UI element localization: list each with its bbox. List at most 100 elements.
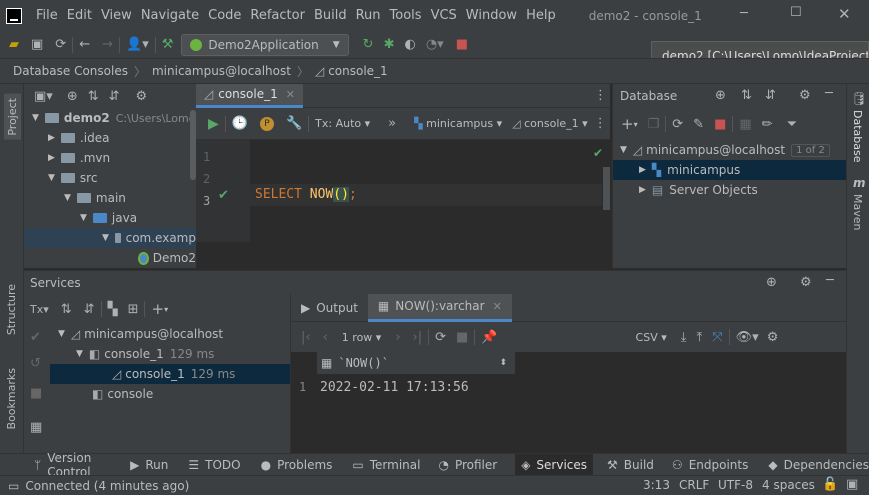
format-select[interactable]: CSV ▾ xyxy=(636,331,667,344)
menu-build[interactable]: Build xyxy=(314,8,347,23)
add-service-icon[interactable]: ⊕ xyxy=(766,275,777,290)
tree-item-demo2-class[interactable]: Demo2 xyxy=(24,248,196,268)
open-folder-icon[interactable]: ▰ xyxy=(9,37,19,52)
rerun-icon[interactable]: ↻ xyxy=(363,37,374,52)
notification-icon[interactable]: ▣ xyxy=(846,477,858,492)
tree-item-src[interactable]: ▼ src xyxy=(24,168,196,188)
db-connection-row[interactable]: ▼ ◿ minicampus@localhost 1 of 2 xyxy=(613,140,846,160)
menu-tools[interactable]: Tools xyxy=(390,8,422,23)
menu-vcs[interactable]: VCS xyxy=(431,8,457,23)
tool-tab-dependencies[interactable]: ◆ Dependencies xyxy=(768,458,869,472)
more-icon[interactable]: ⋮ xyxy=(594,116,607,131)
history-icon[interactable]: 🕒 xyxy=(232,116,248,131)
menu-navigate[interactable]: Navigate xyxy=(141,8,199,23)
expand-all-icon[interactable]: ⇅ xyxy=(88,89,99,104)
execute-icon[interactable]: ▶ xyxy=(208,116,219,132)
prev-page-icon[interactable]: ‹ xyxy=(323,330,328,345)
copy-icon[interactable]: ❐ xyxy=(648,117,660,132)
filter-icon[interactable]: ⏷ xyxy=(787,117,797,132)
tree-item-idea[interactable]: ▶ .idea xyxy=(24,128,196,148)
service-console-2[interactable]: ◧ console xyxy=(50,384,290,404)
tree-item-package[interactable]: ▼ com.examp xyxy=(24,228,196,248)
tool-tab-todo[interactable]: ☰ TODO xyxy=(188,458,240,472)
user-icon[interactable]: 👤▾ xyxy=(126,37,149,52)
close-icon[interactable]: ✕ xyxy=(493,300,502,313)
close-icon[interactable]: ✕ xyxy=(838,5,851,23)
chevron-double-right-icon[interactable]: » xyxy=(388,116,396,131)
tab-console-1[interactable]: ◿ console_1 ✕ xyxy=(196,83,303,108)
tree-item-java[interactable]: ▼ java xyxy=(24,208,196,228)
first-page-icon[interactable]: |‹ xyxy=(301,330,311,345)
hide-icon[interactable]: ─ xyxy=(825,86,833,101)
layout-icon[interactable]: ▦ xyxy=(30,420,42,435)
menu-edit[interactable]: Edit xyxy=(67,8,92,23)
collapse-all-icon[interactable]: ⇵ xyxy=(765,88,776,103)
service-console[interactable]: ◿ console_1 129 ms xyxy=(50,364,290,384)
sort-icon[interactable]: ⬍ xyxy=(499,358,507,368)
result-cell[interactable]: 2022-02-11 17:13:56 xyxy=(320,380,469,395)
next-page-icon[interactable]: › xyxy=(395,330,400,345)
gear-icon[interactable]: ⚙ xyxy=(799,88,811,103)
collapse-all-icon[interactable]: ⇵ xyxy=(84,302,95,317)
forward-icon[interactable]: → xyxy=(102,37,113,52)
db-server-objects-row[interactable]: ▶ ▤ Server Objects xyxy=(613,180,846,200)
tool-tab-profiler[interactable]: ◔ Profiler xyxy=(438,458,497,472)
tree-item-main[interactable]: ▼ main xyxy=(24,188,196,208)
column-header[interactable]: ▦ `NOW()` ⬍ xyxy=(317,352,515,374)
menu-file[interactable]: File xyxy=(36,8,58,23)
maven-tool-tab[interactable]: Maven xyxy=(851,194,864,230)
menu-help[interactable]: Help xyxy=(526,8,556,23)
lock-icon[interactable]: 🔓 xyxy=(822,477,838,492)
add-icon[interactable]: + xyxy=(621,115,634,133)
tool-tab-endpoints[interactable]: ⚇ Endpoints xyxy=(672,458,748,472)
expand-all-icon[interactable]: ⇅ xyxy=(741,88,752,103)
service-connection[interactable]: ▼ ◿ minicampus@localhost xyxy=(50,324,290,344)
coverage-icon[interactable]: ◐ xyxy=(404,37,415,52)
editor-scrollbar[interactable] xyxy=(603,167,610,210)
import-icon[interactable]: ⤒ xyxy=(697,330,703,345)
add-icon[interactable]: + xyxy=(151,300,164,318)
project-view-icon[interactable]: ▣▾ xyxy=(34,89,53,104)
export-icon[interactable]: ⤓ xyxy=(681,330,687,345)
pin-icon[interactable]: 📌 xyxy=(481,330,497,345)
collapse-all-icon[interactable]: ⇵ xyxy=(109,89,120,104)
tab-result[interactable]: ▦ NOW():varchar ✕ xyxy=(367,293,512,322)
gear-icon[interactable]: ⚙ xyxy=(800,275,812,290)
profiler-icon[interactable]: ◔▾ xyxy=(426,37,444,52)
maximize-icon[interactable]: ☐ xyxy=(790,5,802,20)
refresh-icon[interactable]: ⟳ xyxy=(435,330,446,345)
back-icon[interactable]: ← xyxy=(79,37,90,52)
sync-icon[interactable]: ⟳ xyxy=(55,37,66,52)
database-tool-tab[interactable]: Database xyxy=(851,110,864,163)
tool-tab-services[interactable]: ◈ Services xyxy=(515,454,594,475)
line-separator[interactable]: CRLF xyxy=(679,478,709,492)
project-tool-tab[interactable]: Project xyxy=(4,94,21,140)
more-icon[interactable]: ⋮ xyxy=(594,88,607,103)
locate-icon[interactable]: ⊕ xyxy=(715,88,726,103)
rollback-icon[interactable]: ↺ xyxy=(30,356,41,371)
console-select[interactable]: ◿ console_1 ▾ xyxy=(512,117,588,130)
tool-tab-run[interactable]: ▶ Run xyxy=(130,458,168,472)
tool-tab-build[interactable]: ⚒ Build xyxy=(607,458,654,472)
tab-output[interactable]: ▶ Output xyxy=(291,294,368,322)
hide-icon[interactable]: ─ xyxy=(826,273,834,288)
breadcrumb-connection[interactable]: minicampus@localhost xyxy=(152,64,291,78)
structure-tool-tab[interactable]: Structure xyxy=(5,284,18,335)
tool-tab-terminal[interactable]: ▭ Terminal xyxy=(352,458,420,472)
stop-icon[interactable]: ■ xyxy=(30,386,42,401)
tree-item-demo2[interactable]: ▼ demo2 C:\Users\Lomo xyxy=(24,108,196,128)
debug-icon[interactable]: ✱ xyxy=(384,37,395,52)
edit-icon[interactable]: ✏ xyxy=(762,117,773,132)
tool-tab-problems[interactable]: ● Problems xyxy=(261,458,333,472)
row-count-select[interactable]: 1 row ▾ xyxy=(342,331,382,344)
menu-code[interactable]: Code xyxy=(208,8,241,23)
caret-position[interactable]: 3:13 xyxy=(643,478,670,492)
indent-setting[interactable]: 4 spaces xyxy=(762,478,815,492)
refresh-icon[interactable]: ⟳ xyxy=(672,117,683,132)
locate-icon[interactable]: ⊕ xyxy=(67,89,78,104)
menu-view[interactable]: View xyxy=(101,8,132,23)
run-config-select[interactable]: Demo2Application ▼ xyxy=(181,33,349,56)
expand-all-icon[interactable]: ⇅ xyxy=(61,302,72,317)
schema-select[interactable]: ▚ minicampus ▾ xyxy=(414,117,502,130)
stop-icon[interactable]: ■ xyxy=(714,117,726,132)
